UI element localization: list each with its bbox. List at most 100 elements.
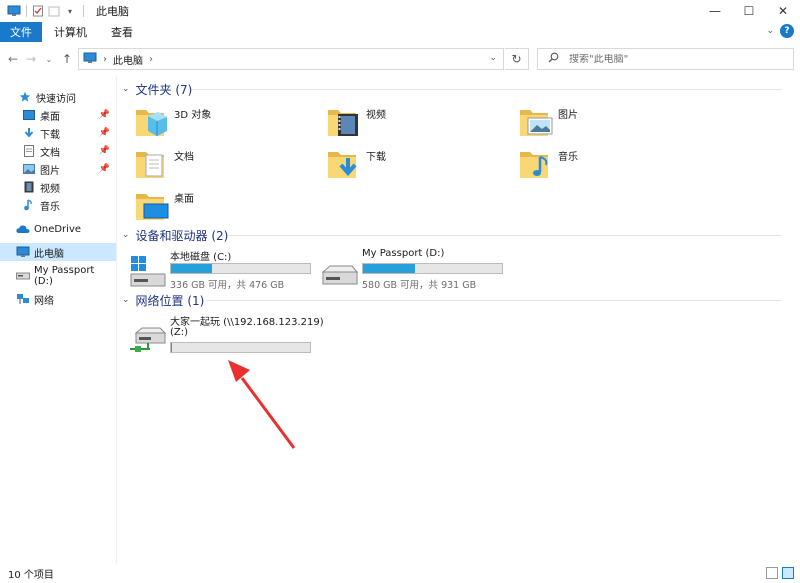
drive-usage-fill [171, 343, 173, 352]
minimize-button[interactable]: — [698, 0, 732, 22]
group-header-label: 设备和驱动器 (2) [135, 228, 229, 243]
pin-icon[interactable]: 📌 [99, 128, 110, 138]
address-bar[interactable]: › 此电脑 › ⌄ [78, 48, 504, 70]
title-bar: ▾ 此电脑 — ☐ ✕ [0, 0, 800, 22]
sidebar-item-label: 快速访问 [36, 93, 76, 105]
folder-music[interactable]: 音乐 [504, 144, 690, 184]
3d-objects-folder-icon [134, 104, 170, 140]
downloads-folder-icon [326, 146, 362, 182]
group-header-network[interactable]: ⌄ 网络位置 (1) [120, 290, 790, 310]
network-drive-z[interactable]: 大家一起玩 (\\192.168.123.219) (Z:) [120, 311, 324, 361]
customize-dropdown-icon[interactable]: ▾ [63, 4, 77, 18]
new-folder-icon[interactable] [47, 4, 61, 18]
folder-videos[interactable]: 视频 [312, 102, 498, 142]
drive-my-passport[interactable]: My Passport (D:) 580 GB 可用，共 931 GB [312, 246, 503, 296]
music-folder-icon [518, 146, 554, 182]
sidebar-item-videos[interactable]: 视频 [0, 178, 116, 196]
sidebar-item-label: 此电脑 [34, 248, 64, 260]
item-count: 10 个项目 [8, 570, 54, 581]
pin-icon[interactable]: 📌 [99, 110, 110, 120]
refresh-button[interactable]: ↻ [505, 48, 529, 70]
drive-usage-fill [171, 264, 212, 273]
help-icon[interactable]: ? [780, 24, 794, 38]
chevron-right-icon[interactable]: › [103, 54, 107, 65]
chevron-down-icon[interactable]: ⌄ [489, 53, 497, 63]
breadcrumb-this-pc[interactable]: 此电脑 [113, 52, 143, 67]
document-icon [22, 144, 36, 158]
drive-name: 本地磁盘 (C:) [170, 252, 232, 263]
tiles-view-icon[interactable] [782, 567, 794, 579]
status-bar: 10 个项目 [0, 564, 800, 583]
drive-letter: (Z:) [170, 327, 189, 338]
computer-icon[interactable] [6, 3, 22, 19]
sidebar-item-my-passport[interactable]: My Passport (D:) [0, 265, 116, 287]
window-controls: — ☐ ✕ [698, 0, 800, 22]
folder-name: 下载 [366, 152, 386, 163]
folder-name: 文档 [174, 152, 194, 163]
music-icon [22, 198, 36, 212]
group-header-label: 网络位置 (1) [135, 293, 205, 308]
cloud-icon [16, 222, 30, 236]
back-arrow-icon[interactable]: ← [4, 50, 22, 68]
details-view-icon[interactable] [766, 567, 778, 579]
drive-c[interactable]: 本地磁盘 (C:) 336 GB 可用，共 476 GB [120, 246, 311, 296]
folder-pictures[interactable]: 图片 [504, 102, 690, 142]
folder-3d-objects[interactable]: 3D 对象 [120, 102, 306, 142]
sidebar-item-downloads[interactable]: 下载 📌 [0, 124, 116, 142]
maximize-button[interactable]: ☐ [732, 0, 766, 22]
chevron-down-icon[interactable]: ⌄ [122, 295, 130, 305]
group-header-label: 文件夹 (7) [135, 82, 193, 97]
folder-name: 图片 [558, 110, 578, 121]
quick-access-separator [26, 5, 27, 17]
pictures-folder-icon [518, 104, 554, 140]
sidebar-item-label: My Passport (D:) [34, 265, 95, 287]
navigation-pane: 快速访问 桌面 📌 下载 📌 文档 📌 图片 📌 视频 音乐 OneDrive … [0, 80, 116, 564]
chevron-down-icon[interactable]: ⌄ [122, 84, 130, 94]
pin-icon[interactable]: 📌 [99, 164, 110, 174]
folder-name: 3D 对象 [174, 110, 212, 121]
search-box[interactable] [537, 48, 794, 70]
folder-documents[interactable]: 文档 [120, 144, 306, 184]
sidebar-item-quick-access[interactable]: 快速访问 [0, 88, 116, 106]
drive-free-space: 580 GB 可用，共 931 GB [362, 280, 477, 291]
chevron-right-icon[interactable]: › [149, 54, 153, 65]
sidebar-item-pictures[interactable]: 图片 📌 [0, 160, 116, 178]
sidebar-item-this-pc[interactable]: 此电脑 [0, 243, 116, 261]
group-header-devices[interactable]: ⌄ 设备和驱动器 (2) [120, 225, 790, 245]
close-button[interactable]: ✕ [766, 0, 800, 22]
forward-arrow-icon[interactable]: → [22, 50, 40, 68]
sidebar-item-label: 桌面 [40, 111, 60, 123]
tab-view[interactable]: 查看 [99, 22, 145, 42]
search-input[interactable] [569, 53, 769, 65]
pin-icon[interactable]: 📌 [99, 146, 110, 156]
up-arrow-icon[interactable]: ↑ [58, 50, 76, 68]
pane-divider[interactable] [116, 76, 117, 564]
group-header-divider [192, 89, 782, 90]
properties-icon[interactable] [31, 4, 45, 18]
group-header-divider [206, 300, 782, 301]
tab-computer[interactable]: 计算机 [42, 22, 99, 42]
folder-desktop[interactable]: 桌面 [120, 186, 306, 226]
navigation-bar: ← → ⌄ ↑ › 此电脑 › ⌄ ↻ [0, 44, 800, 74]
chevron-down-icon[interactable]: ⌄ [122, 230, 130, 240]
recent-dropdown-icon[interactable]: ⌄ [40, 50, 58, 68]
sidebar-item-label: 音乐 [40, 201, 60, 213]
folder-name: 音乐 [558, 152, 578, 163]
content-pane: ⌄ 文件夹 (7) 3D 对象 视频 图片 文档 下载 音乐 桌面 ⌄ 设备和驱… [120, 78, 790, 564]
window-title: 此电脑 [96, 5, 129, 18]
sidebar-item-documents[interactable]: 文档 📌 [0, 142, 116, 160]
tab-file[interactable]: 文件 [0, 22, 42, 42]
ribbon-right-controls: ⌄ ? [766, 24, 794, 38]
star-icon [18, 90, 32, 104]
drive-usage-bar [170, 263, 311, 274]
desktop-folder-icon [134, 188, 170, 224]
external-drive-icon [321, 254, 359, 290]
folder-name: 桌面 [174, 194, 194, 205]
sidebar-item-network[interactable]: 网络 [0, 290, 116, 308]
sidebar-item-music[interactable]: 音乐 [0, 196, 116, 214]
expand-ribbon-icon[interactable]: ⌄ [766, 26, 774, 36]
folder-downloads[interactable]: 下载 [312, 144, 498, 184]
group-header-folders[interactable]: ⌄ 文件夹 (7) [120, 79, 790, 99]
sidebar-item-onedrive[interactable]: OneDrive [0, 220, 116, 238]
sidebar-item-desktop[interactable]: 桌面 📌 [0, 106, 116, 124]
